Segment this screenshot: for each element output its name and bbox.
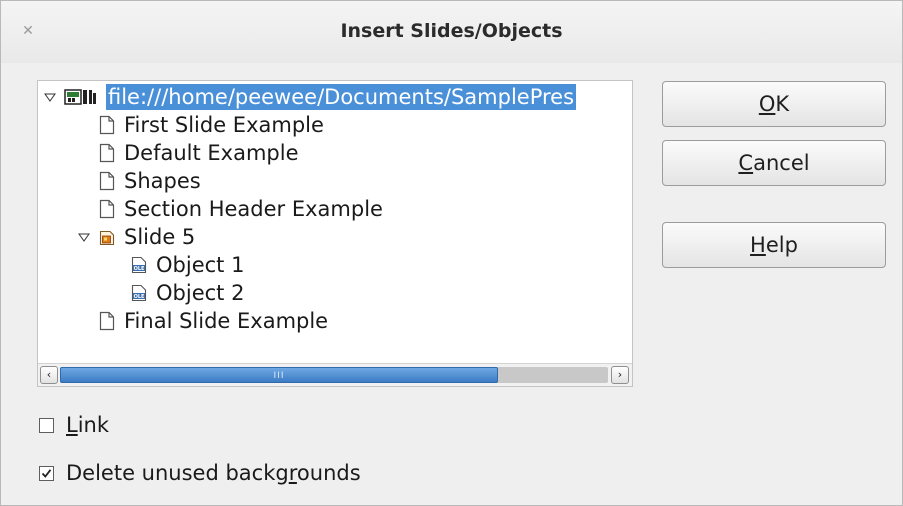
- checkmark-icon: [41, 468, 52, 478]
- cancel-label-rest: ancel: [753, 151, 810, 175]
- slides-tree-panel: file:///home/peewee/Documents/SamplePres…: [37, 80, 633, 387]
- cancel-mnemonic: C: [738, 151, 754, 175]
- tree-item-label: Object 2: [156, 281, 245, 305]
- page-icon: [98, 199, 116, 219]
- ole-badge-text: OLE: [134, 294, 145, 300]
- delete-backgrounds-checkbox[interactable]: [39, 465, 54, 481]
- dialog-title: Insert Slides/Objects: [340, 20, 563, 42]
- cancel-button[interactable]: Cancel: [662, 140, 886, 186]
- scrollbar-track[interactable]: III: [60, 367, 608, 383]
- tree-item-object-2[interactable]: OLE Object 2: [130, 279, 244, 307]
- ok-label-rest: K: [775, 92, 790, 116]
- scroll-right-button[interactable]: ›: [611, 366, 629, 384]
- tree-item-label: Final Slide Example: [124, 309, 329, 333]
- ole-badge-text: OLE: [134, 266, 145, 272]
- link-option[interactable]: Link: [39, 411, 109, 439]
- ok-button[interactable]: OK: [662, 81, 886, 127]
- tree-item-default[interactable]: Default Example: [98, 139, 299, 167]
- ole-object-icon: OLE: [130, 283, 148, 303]
- page-icon: [98, 171, 116, 191]
- page-icon: [98, 115, 116, 135]
- ok-mnemonic: O: [758, 92, 776, 116]
- tree-item-label: Slide 5: [124, 225, 196, 249]
- ole-object-icon: OLE: [130, 255, 148, 275]
- slide-objects-icon: [98, 227, 116, 247]
- tree-item-final-slide[interactable]: Final Slide Example: [98, 307, 328, 335]
- help-label-rest: elp: [765, 233, 798, 257]
- link-checkbox[interactable]: [39, 417, 54, 433]
- delete-backgrounds-label: Delete unused backgrounds: [66, 461, 361, 485]
- horizontal-scrollbar[interactable]: ‹ III ›: [38, 363, 632, 386]
- help-mnemonic: H: [750, 233, 766, 257]
- tree-item-label: Object 1: [156, 253, 245, 277]
- expand-arrow-icon[interactable]: [76, 229, 92, 245]
- insert-slides-dialog: ✕ Insert Slides/Objects file:///home/pee…: [0, 0, 903, 506]
- tree-item-label: Shapes: [124, 169, 201, 193]
- root-file-label[interactable]: file:///home/peewee/Documents/SamplePres: [106, 84, 577, 110]
- scrollbar-grip: III: [273, 371, 285, 381]
- tree-root[interactable]: file:///home/peewee/Documents/SamplePres: [42, 83, 577, 111]
- link-label: Link: [66, 413, 110, 437]
- delete-backgrounds-option[interactable]: Delete unused backgrounds: [39, 459, 361, 487]
- tree-item-slide-5[interactable]: Slide 5: [76, 223, 195, 251]
- presentation-icon: [64, 87, 98, 107]
- expand-arrow-icon[interactable]: [42, 89, 58, 105]
- tree-item-first-slide[interactable]: First Slide Example: [98, 111, 324, 139]
- slides-tree[interactable]: file:///home/peewee/Documents/SamplePres…: [38, 81, 632, 363]
- scrollbar-thumb[interactable]: III: [60, 367, 498, 383]
- title-bar: ✕ Insert Slides/Objects: [1, 1, 902, 63]
- tree-item-label: Default Example: [124, 141, 299, 165]
- page-icon: [98, 311, 116, 331]
- tree-item-shapes[interactable]: Shapes: [98, 167, 201, 195]
- scroll-left-button[interactable]: ‹: [40, 366, 58, 384]
- page-icon: [98, 143, 116, 163]
- tree-item-object-1[interactable]: OLE Object 1: [130, 251, 244, 279]
- help-button[interactable]: Help: [662, 222, 886, 268]
- tree-item-section-header[interactable]: Section Header Example: [98, 195, 383, 223]
- tree-item-label: Section Header Example: [124, 197, 383, 221]
- tree-item-label: First Slide Example: [124, 113, 324, 137]
